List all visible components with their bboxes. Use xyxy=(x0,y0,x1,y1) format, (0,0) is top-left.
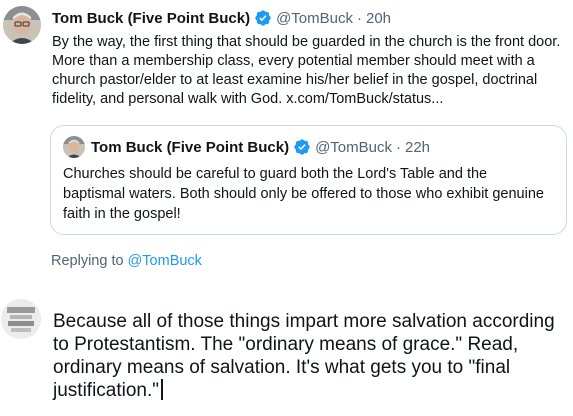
author-handle[interactable]: @TomBuck xyxy=(276,10,353,27)
replying-prefix: Replying to xyxy=(51,253,128,269)
quoted-tweet-card[interactable]: Tom Buck (Five Point Buck) @TomBuck · 22… xyxy=(50,125,567,235)
separator-dot: · xyxy=(396,138,401,156)
verified-badge-icon xyxy=(255,10,271,26)
quoted-tweet-timestamp: 22h xyxy=(405,138,431,156)
quoted-author-name: Tom Buck (Five Point Buck) xyxy=(91,138,290,156)
text-cursor xyxy=(161,379,163,400)
quoted-tweet-text: Churches should be careful to guard both… xyxy=(63,166,544,222)
reply-compose-text: Because all of those things impart more … xyxy=(53,311,555,401)
tweet-text: By the way, the first thing that should … xyxy=(52,34,561,107)
tweet-timestamp[interactable]: 20h xyxy=(366,10,391,27)
reply-compose-textarea[interactable]: Because all of those things impart more … xyxy=(53,310,568,402)
separator-dot: · xyxy=(357,9,362,27)
replying-to-label: Replying to @TomBuck xyxy=(51,253,202,269)
author-name[interactable]: Tom Buck (Five Point Buck) xyxy=(52,10,250,27)
user-avatar[interactable] xyxy=(1,299,41,339)
author-avatar[interactable] xyxy=(3,6,41,44)
quoted-tweet-header: Tom Buck (Five Point Buck) @TomBuck · 22… xyxy=(91,136,430,158)
tweet-header: Tom Buck (Five Point Buck) @TomBuck · 20… xyxy=(52,8,391,28)
verified-badge-icon xyxy=(294,139,310,155)
quoted-author-handle: @TomBuck xyxy=(315,138,392,156)
replying-mention-link[interactable]: @TomBuck xyxy=(128,253,202,269)
quoted-author-avatar xyxy=(63,136,85,158)
